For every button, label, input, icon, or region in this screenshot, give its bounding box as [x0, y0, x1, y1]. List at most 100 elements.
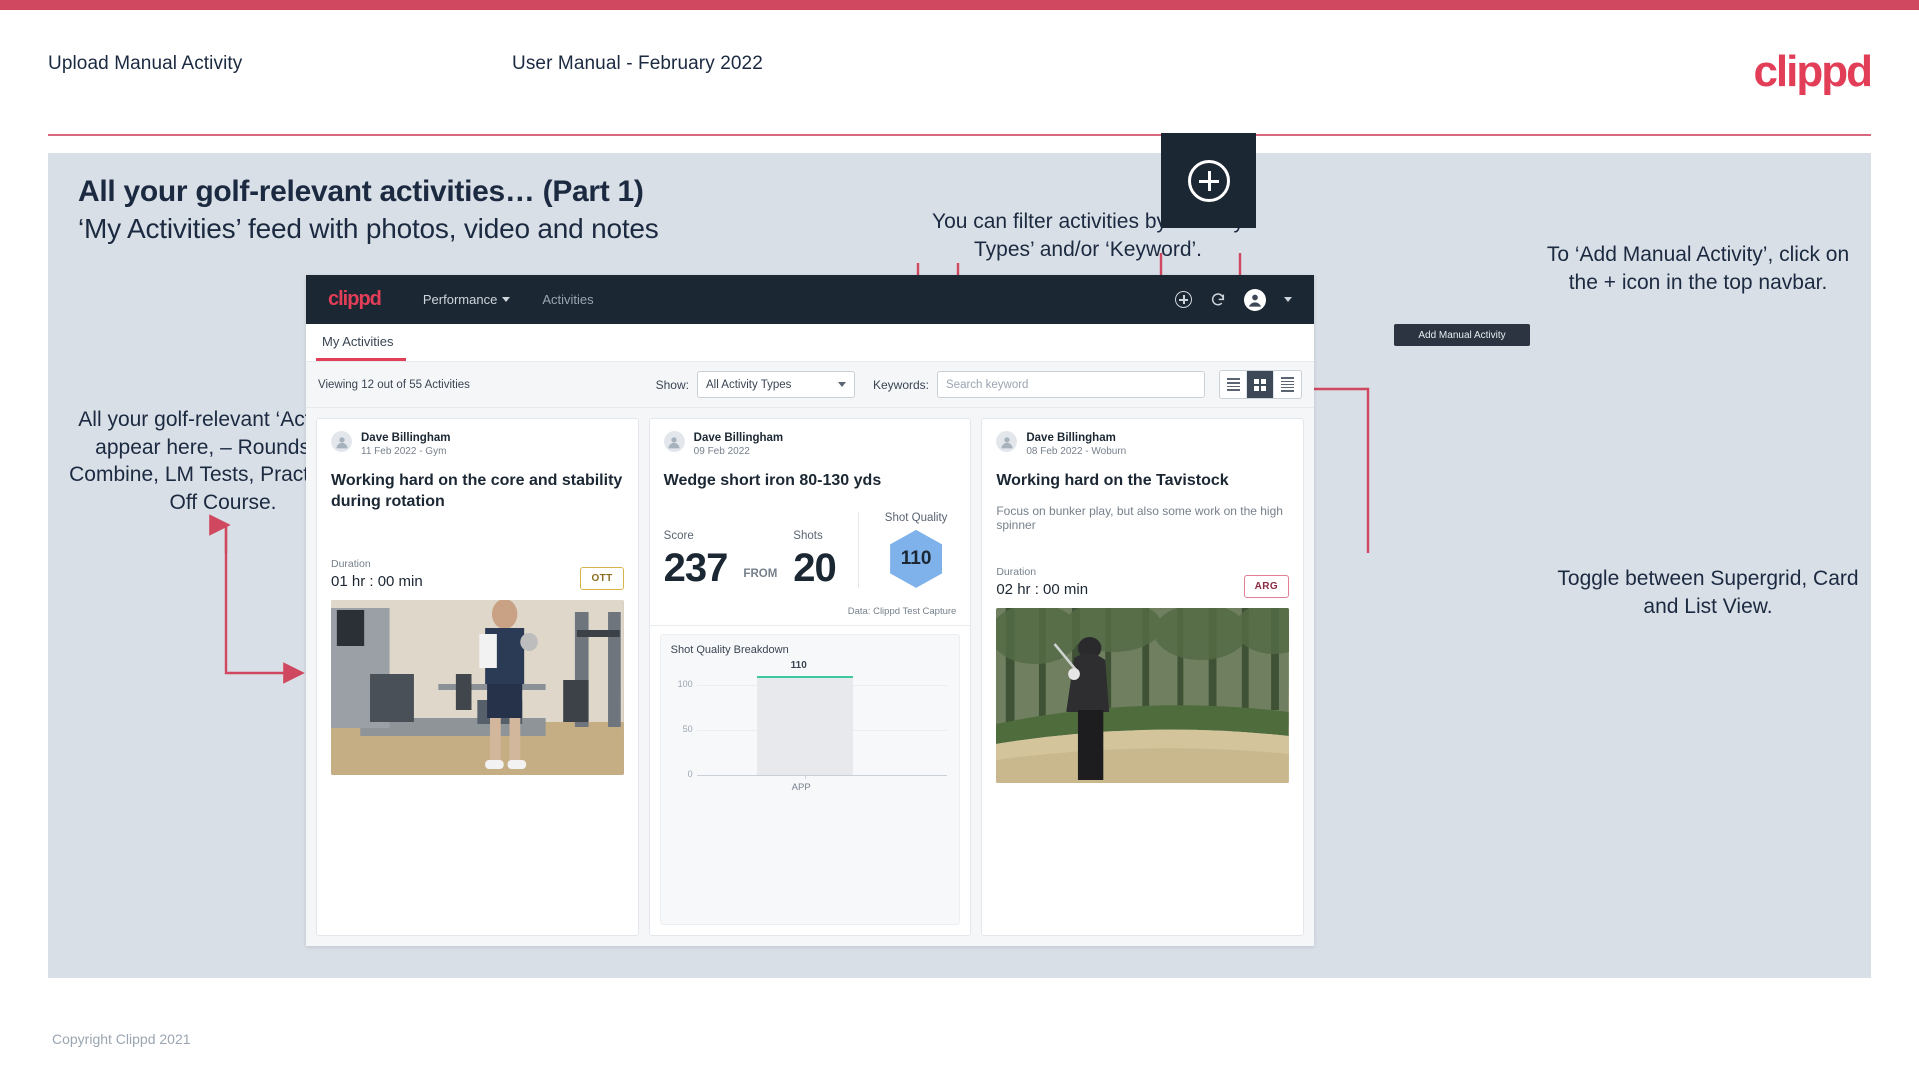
activity-tag-badge: ARG [1243, 574, 1290, 598]
account-icon[interactable] [1244, 288, 1266, 311]
view-toggle-card[interactable] [1274, 371, 1301, 398]
chart-bar-label: 110 [790, 659, 807, 671]
top-accent-bar [0, 0, 1919, 10]
ytick-label: 0 [687, 768, 693, 779]
duration-label: Duration [996, 565, 1037, 578]
data-source-label: Data: Clippd Test Capture [649, 602, 971, 626]
score-label: Score [663, 529, 694, 542]
shots-label: Shots [793, 529, 823, 542]
card-duration-row: Duration 02 hr : 00 min ARG [982, 566, 1303, 608]
ytick-label: 100 [677, 678, 693, 689]
chart-title: Shot Quality Breakdown [670, 643, 789, 656]
app-navbar: clippd Performance Activities Add Manual… [306, 275, 1530, 346]
card-header: Dave Billingham 11 Feb 2022 - Gym [317, 419, 638, 459]
shot-quality-hexagon: 110 [890, 529, 943, 588]
shot-quality-label: Shot Quality [884, 511, 948, 524]
card-stats: Score 237 FROM Shots 20 Shot Quality 110 [650, 492, 971, 602]
avatar [663, 431, 685, 452]
page-title: All your golf-relevant activities… (Part… [78, 175, 644, 208]
xtick-label: APP [791, 781, 811, 793]
x-tick-mark [804, 774, 806, 779]
card-title: Wedge short iron 80-130 yds [663, 472, 882, 490]
card-user-name: Dave Billingham [361, 432, 451, 444]
duration-value: 02 hr : 00 min [996, 580, 1089, 598]
activity-card[interactable]: Dave Billingham 09 Feb 2022 Wedge short … [648, 418, 972, 936]
plus-circle-icon [1187, 159, 1230, 202]
card-user-name: Dave Billingham [1026, 432, 1116, 444]
refresh-icon[interactable] [1210, 292, 1226, 308]
chart-plot-area: 100 50 0 110 APP [671, 659, 950, 793]
stat-shots: Shots 20 [793, 530, 836, 588]
avatar [331, 431, 352, 452]
activity-type-select[interactable]: All Activity Types [696, 371, 855, 398]
nav-item-performance[interactable]: Performance [422, 292, 511, 307]
clippd-app-window: clippd Performance Activities Add Manual… [306, 275, 1530, 946]
header-left-title: Upload Manual Activity [48, 53, 243, 74]
add-manual-activity-tooltip: Add Manual Activity [1394, 324, 1530, 346]
activity-card[interactable]: Dave Billingham 08 Feb 2022 - Woburn Wor… [981, 418, 1305, 936]
header-divider [48, 134, 1871, 136]
header-center-title: User Manual - February 2022 [512, 53, 763, 74]
app-tabs: My Activities [306, 324, 1314, 362]
duration-value: 01 hr : 00 min [331, 573, 423, 591]
card-header: Dave Billingham 09 Feb 2022 [650, 419, 971, 459]
x-axis-line [696, 774, 948, 776]
stat-score: Score 237 [663, 529, 729, 590]
slide-header: Upload Manual Activity User Manual - Feb… [0, 10, 1919, 136]
clippd-logo: clippd [1753, 47, 1873, 96]
card-note: Focus on bunker play, but also some work… [996, 503, 1283, 532]
activity-cards-container: Dave Billingham 11 Feb 2022 - Gym Workin… [306, 408, 1314, 946]
navbar-actions [1175, 288, 1300, 311]
card-meta: 08 Feb 2022 - Woburn [1026, 446, 1127, 458]
activity-tag-badge: OTT [580, 567, 624, 591]
filter-bar: Viewing 12 out of 55 Activities Show: Al… [306, 362, 1314, 408]
card-header: Dave Billingham 08 Feb 2022 - Woburn [982, 419, 1303, 459]
app-logo[interactable]: clippd [328, 288, 382, 311]
activity-type-select-value: All Activity Types [705, 378, 792, 391]
view-toggle-group [1219, 370, 1302, 399]
chevron-down-icon [837, 382, 846, 387]
chart-bar-app [756, 675, 853, 775]
from-label: FROM [743, 567, 778, 580]
list-view-icon [1226, 378, 1240, 391]
search-keyword-input[interactable]: Search keyword [937, 371, 1205, 398]
nav-item-activities[interactable]: Activities [542, 292, 593, 307]
viewing-count-text: Viewing 12 out of 55 Activities [318, 378, 470, 391]
ytick-label: 50 [682, 723, 693, 734]
shot-quality-breakdown-chart: Shot Quality Breakdown 100 50 0 110 APP [659, 633, 961, 925]
chevron-down-icon [502, 297, 511, 302]
card-view-icon [1281, 377, 1294, 392]
duration-label: Duration [331, 558, 371, 571]
tab-my-activities[interactable]: My Activities [316, 334, 406, 361]
card-duration-row: Duration 01 hr : 00 min OTT [317, 558, 638, 600]
nav-item-activities-label: Activities [542, 292, 594, 307]
nav-item-performance-label: Performance [422, 292, 498, 307]
view-toggle-supergrid[interactable] [1247, 371, 1274, 398]
avatar [996, 431, 1018, 452]
view-toggle-list[interactable] [1220, 371, 1247, 398]
card-photo-bunker[interactable] [996, 607, 1290, 783]
keywords-label: Keywords: [872, 377, 929, 392]
stat-shot-quality: Shot Quality 110 [857, 511, 948, 588]
add-circle-icon[interactable] [1175, 291, 1192, 308]
shots-value: 20 [793, 545, 836, 590]
card-photo-gym[interactable] [331, 600, 624, 776]
slide-body: All your golf-relevant activities… (Part… [48, 133, 1871, 978]
account-chevron-down-icon[interactable] [1284, 297, 1292, 302]
card-meta: 11 Feb 2022 - Gym [361, 446, 447, 458]
page-subtitle: ‘My Activities’ feed with photos, video … [78, 213, 659, 244]
add-manual-activity-callout-tile [1161, 133, 1256, 228]
card-title: Working hard on the Tavistock [996, 472, 1229, 490]
card-meta: 09 Feb 2022 [693, 446, 750, 458]
slide-page: Upload Manual Activity User Manual - Feb… [0, 0, 1919, 1079]
card-user-name: Dave Billingham [693, 432, 784, 444]
score-value: 237 [663, 545, 729, 590]
activity-card[interactable]: Dave Billingham 11 Feb 2022 - Gym Workin… [316, 418, 639, 936]
supergrid-view-icon [1254, 378, 1266, 391]
search-keyword-placeholder: Search keyword [946, 378, 1029, 391]
annotation-toggle-views: Toggle between Supergrid, Card and List … [1557, 567, 1859, 618]
annotation-add-manual: To ‘Add Manual Activity’, click on the +… [1546, 243, 1850, 294]
copyright-text: Copyright Clippd 2021 [52, 1031, 191, 1047]
show-label: Show: [655, 377, 689, 392]
card-title: Working hard on the core and stability d… [331, 472, 623, 510]
